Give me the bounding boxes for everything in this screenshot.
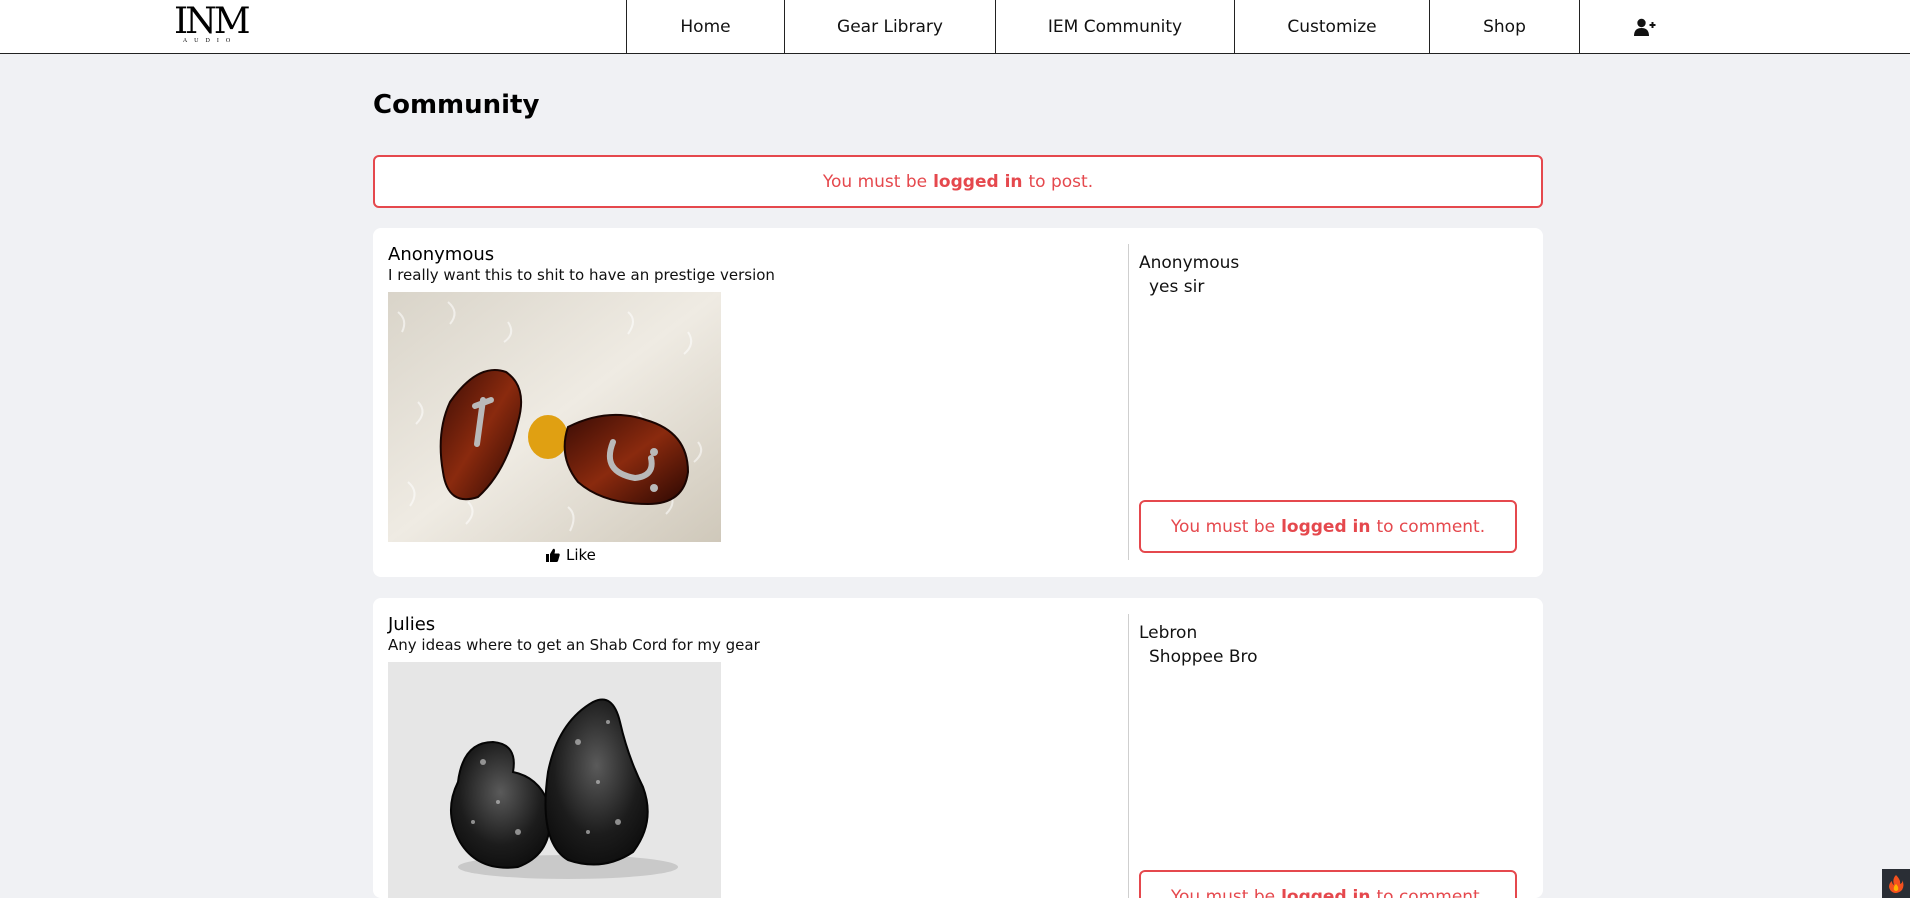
page-title: Community — [373, 90, 540, 120]
comment-author: Lebron — [1139, 623, 1198, 643]
post-author: Julies — [388, 614, 436, 635]
comment-text: Shoppee Bro — [1149, 647, 1258, 667]
like-button[interactable]: Like — [546, 546, 596, 564]
comment-text: yes sir — [1149, 277, 1205, 297]
flame-badge[interactable] — [1882, 869, 1910, 898]
brand-logo[interactable]: INM AUDIO — [174, 1, 251, 46]
post-text: Any ideas where to get an Shab Cord for … — [388, 636, 760, 654]
post-text: I really want this to shit to have an pr… — [388, 266, 775, 284]
post-divider — [1128, 244, 1129, 560]
post-card: Julies Any ideas where to get an Shab Co… — [373, 598, 1543, 898]
login-to-comment-alert: You must be logged in to comment. — [1139, 870, 1517, 898]
login-to-post-alert: You must be logged in to post. — [373, 155, 1543, 208]
nav-item-gear-library[interactable]: Gear Library — [784, 0, 995, 54]
nav-item-customize[interactable]: Customize — [1234, 0, 1429, 54]
alert-prefix: You must be — [1170, 516, 1276, 537]
alert-suffix: to comment. — [1376, 886, 1486, 898]
nav-item-home[interactable]: Home — [626, 0, 784, 54]
logo-text: INM — [174, 1, 251, 42]
logo-subtext: AUDIO — [182, 38, 238, 44]
post-author: Anonymous — [388, 244, 495, 265]
nav-item-shop[interactable]: Shop — [1429, 0, 1580, 54]
top-navbar: INM AUDIO Home Gear Library IEM Communit… — [0, 0, 1910, 54]
post-image[interactable] — [388, 292, 721, 542]
user-plus-icon — [1634, 18, 1656, 36]
nav-menu: Home Gear Library IEM Community Customiz… — [626, 0, 1710, 54]
login-to-comment-alert: You must be logged in to comment. — [1139, 500, 1517, 553]
login-link[interactable]: logged in — [933, 172, 1022, 192]
post-image[interactable] — [388, 662, 721, 898]
alert-prefix: You must be — [1170, 886, 1276, 898]
nav-item-iem-community[interactable]: IEM Community — [995, 0, 1234, 54]
post-card: Anonymous I really want this to shit to … — [373, 228, 1543, 577]
login-link[interactable]: logged in — [1281, 517, 1370, 537]
post-divider — [1128, 614, 1129, 898]
comment-author: Anonymous — [1139, 253, 1240, 273]
alert-prefix: You must be — [822, 171, 928, 192]
flame-icon — [1889, 874, 1904, 893]
thumbs-up-icon — [546, 548, 560, 562]
alert-suffix: to post. — [1028, 171, 1094, 192]
alert-suffix: to comment. — [1376, 516, 1486, 537]
login-link[interactable]: logged in — [1281, 887, 1370, 898]
user-plus-button[interactable] — [1580, 0, 1710, 54]
like-label: Like — [566, 546, 596, 564]
